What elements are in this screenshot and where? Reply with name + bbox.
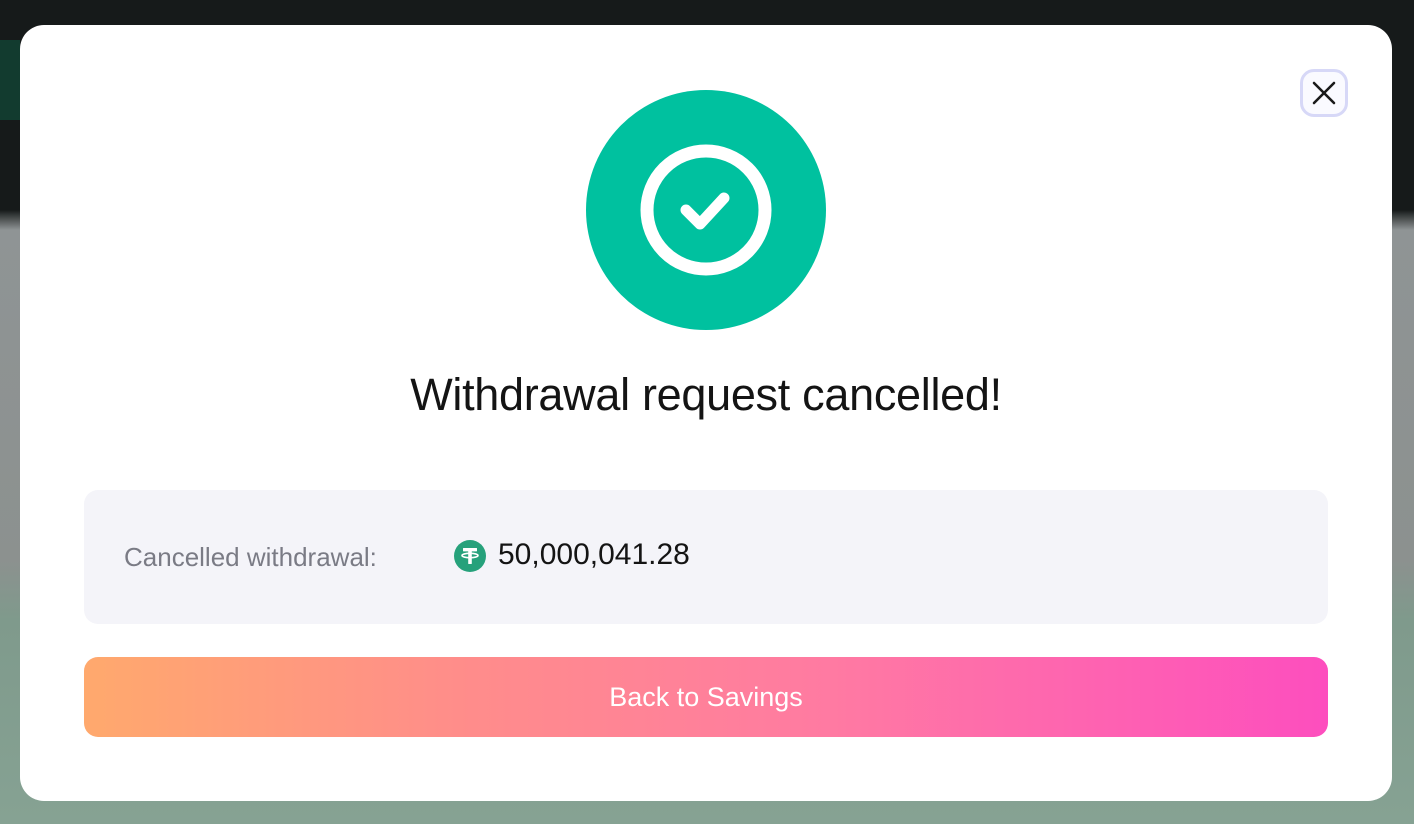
check-circle-icon (640, 144, 772, 276)
close-icon (1312, 81, 1336, 105)
tether-usdt-icon (454, 540, 486, 572)
cancelled-withdrawal-amount: 50,000,041.28 (498, 538, 690, 571)
background-page (0, 40, 20, 120)
modal-title: Withdrawal request cancelled! (410, 369, 1002, 420)
success-status-badge (586, 90, 826, 330)
withdrawal-cancelled-modal: Withdrawal request cancelled! Cancelled … (20, 25, 1392, 801)
close-button[interactable] (1300, 69, 1348, 117)
back-to-savings-button[interactable]: Back to Savings (84, 657, 1328, 737)
withdrawal-details-panel: Cancelled withdrawal: 50,000,041.28 (84, 490, 1328, 624)
cancelled-withdrawal-label: Cancelled withdrawal: (124, 542, 377, 572)
